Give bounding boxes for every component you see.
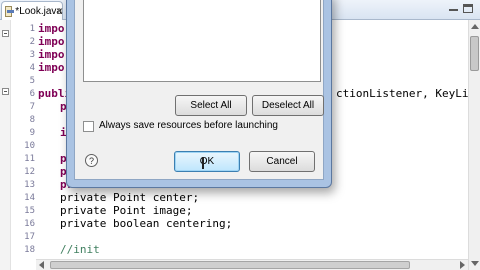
line-number-gutter: 1 2 3 4 5 6 7 8 9 10 11 12 13 14 15 16 1… — [11, 20, 35, 270]
scroll-up-icon[interactable] — [471, 24, 479, 29]
help-icon[interactable]: ? — [85, 154, 98, 167]
scrollbar-thumb[interactable] — [50, 261, 410, 269]
line-number: 7 — [29, 102, 35, 112]
line-number: 17 — [24, 232, 35, 242]
code-line: //init — [60, 243, 100, 256]
code-line-tail: ctionListener, KeyListe — [336, 87, 480, 100]
scroll-down-icon[interactable] — [471, 261, 479, 266]
line-number: 16 — [24, 219, 35, 229]
save-and-launch-dialog: Select All Deselect All Always save reso… — [66, 0, 332, 188]
scroll-left-icon[interactable] — [39, 261, 44, 269]
deselect-all-button[interactable]: Deselect All — [252, 95, 324, 116]
minimize-icon[interactable] — [449, 9, 458, 11]
line-number: 11 — [24, 154, 35, 164]
line-number: 15 — [24, 206, 35, 216]
select-all-button[interactable]: Select All — [175, 95, 247, 116]
line-number: 4 — [29, 63, 35, 73]
fold-icon[interactable] — [2, 30, 9, 37]
line-number: 14 — [24, 193, 35, 203]
overview-ruler — [0, 20, 11, 270]
code-line: private Point image; — [60, 204, 193, 217]
line-number: 8 — [29, 115, 35, 125]
line-number: 10 — [24, 141, 35, 151]
ok-button[interactable]: OK — [174, 151, 240, 172]
always-save-label: Always save resources before launching — [99, 120, 278, 131]
cancel-button[interactable]: Cancel — [249, 151, 315, 172]
line-number: 2 — [29, 37, 35, 47]
line-number: 6 — [29, 89, 35, 99]
java-file-icon — [5, 5, 15, 17]
tab-label: *Look.java — [15, 5, 62, 17]
line-number: 5 — [29, 76, 35, 86]
line-number: 1 — [29, 24, 35, 34]
resources-list[interactable] — [83, 0, 321, 82]
editor-horizontal-scrollbar[interactable] — [36, 259, 468, 270]
scrollbar-thumb[interactable] — [470, 36, 479, 71]
line-number: 12 — [24, 167, 35, 177]
close-icon[interactable]: ✕ — [56, 6, 64, 17]
line-number: 9 — [29, 128, 35, 138]
dialog-body: Select All Deselect All Always save reso… — [74, 0, 324, 180]
editor-vertical-scrollbar[interactable] — [468, 20, 480, 270]
line-number: 18 — [24, 245, 35, 255]
line-number: 3 — [29, 50, 35, 60]
tab-look-java[interactable]: *Look.java ✕ — [1, 1, 64, 20]
fold-icon[interactable] — [2, 88, 9, 95]
line-number: 13 — [24, 180, 35, 190]
scroll-right-icon[interactable] — [460, 261, 465, 269]
code-line: private Point center; — [60, 191, 200, 204]
maximize-icon[interactable] — [463, 4, 473, 13]
code-line: private boolean centering; — [60, 217, 233, 230]
always-save-checkbox[interactable] — [83, 121, 94, 132]
